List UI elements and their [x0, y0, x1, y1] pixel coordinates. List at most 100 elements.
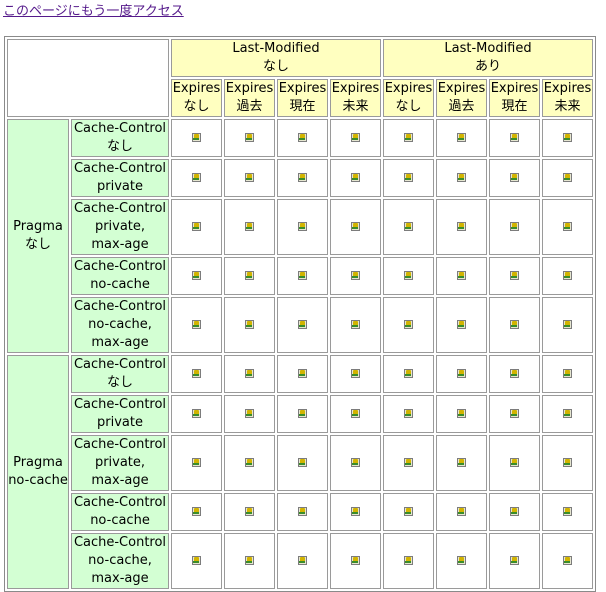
cached-image-icon[interactable]	[563, 271, 572, 280]
cached-image-icon[interactable]	[245, 409, 254, 418]
cached-image-icon[interactable]	[351, 173, 360, 182]
test-cell	[224, 435, 275, 491]
cached-image-icon[interactable]	[245, 133, 254, 142]
cached-image-icon[interactable]	[404, 320, 413, 329]
cache-control-line: no-cache	[90, 513, 150, 528]
cached-image-icon[interactable]	[457, 507, 466, 516]
test-cell	[383, 199, 434, 255]
cached-image-icon[interactable]	[298, 222, 307, 231]
icon-part	[405, 463, 411, 465]
cache-control-line: Cache-Control	[73, 495, 167, 510]
cached-image-icon[interactable]	[192, 222, 201, 231]
cached-image-icon[interactable]	[298, 409, 307, 418]
cached-image-icon[interactable]	[245, 271, 254, 280]
cached-image-icon[interactable]	[457, 556, 466, 565]
cached-image-icon[interactable]	[404, 409, 413, 418]
table-row: Cache-Control no-cache, max-age	[7, 297, 593, 353]
cached-image-icon[interactable]	[510, 409, 519, 418]
cached-image-icon[interactable]	[510, 271, 519, 280]
cached-image-icon[interactable]	[245, 507, 254, 516]
cached-image-icon[interactable]	[457, 271, 466, 280]
cached-image-icon[interactable]	[192, 320, 201, 329]
cached-image-icon[interactable]	[245, 369, 254, 378]
cached-image-icon[interactable]	[404, 271, 413, 280]
cached-image-icon[interactable]	[192, 369, 201, 378]
icon-part	[352, 138, 358, 140]
cached-image-icon[interactable]	[351, 222, 360, 231]
cached-image-icon[interactable]	[245, 173, 254, 182]
cache-control-line: Cache-Control	[73, 121, 167, 136]
cached-image-icon[interactable]	[404, 222, 413, 231]
cached-image-icon[interactable]	[457, 133, 466, 142]
cached-image-icon[interactable]	[351, 369, 360, 378]
cached-image-icon[interactable]	[404, 556, 413, 565]
cached-image-icon[interactable]	[563, 222, 572, 231]
last-modified-header: Last-Modified あり	[383, 39, 593, 77]
revisit-page-link[interactable]: このページにもう一度アクセス	[3, 3, 184, 21]
cached-image-icon[interactable]	[510, 173, 519, 182]
cached-image-icon[interactable]	[510, 458, 519, 467]
cached-image-icon[interactable]	[192, 133, 201, 142]
cached-image-icon[interactable]	[245, 556, 254, 565]
cached-image-icon[interactable]	[563, 409, 572, 418]
cached-image-icon[interactable]	[404, 173, 413, 182]
cached-image-icon[interactable]	[563, 458, 572, 467]
cached-image-icon[interactable]	[351, 320, 360, 329]
cached-image-icon[interactable]	[298, 271, 307, 280]
cache-control-line: private	[97, 415, 143, 430]
cached-image-icon[interactable]	[351, 271, 360, 280]
test-cell	[542, 533, 593, 589]
cached-image-icon[interactable]	[404, 507, 413, 516]
test-cell	[224, 199, 275, 255]
cached-image-icon[interactable]	[192, 556, 201, 565]
cached-image-icon[interactable]	[457, 369, 466, 378]
cached-image-icon[interactable]	[351, 507, 360, 516]
cached-image-icon[interactable]	[192, 271, 201, 280]
cached-image-icon[interactable]	[510, 133, 519, 142]
cached-image-icon[interactable]	[245, 458, 254, 467]
icon-part	[458, 374, 464, 376]
test-cell	[489, 435, 540, 491]
cached-image-icon[interactable]	[245, 320, 254, 329]
cached-image-icon[interactable]	[563, 556, 572, 565]
cached-image-icon[interactable]	[351, 458, 360, 467]
cached-image-icon[interactable]	[510, 222, 519, 231]
cached-image-icon[interactable]	[404, 133, 413, 142]
expires-header: Expires 未来	[542, 79, 593, 117]
cached-image-icon[interactable]	[298, 458, 307, 467]
cached-image-icon[interactable]	[457, 320, 466, 329]
cached-image-icon[interactable]	[510, 556, 519, 565]
cached-image-icon[interactable]	[510, 507, 519, 516]
cached-image-icon[interactable]	[563, 320, 572, 329]
cached-image-icon[interactable]	[457, 458, 466, 467]
cached-image-icon[interactable]	[457, 222, 466, 231]
table-row: Cache-Control private	[7, 159, 593, 197]
cached-image-icon[interactable]	[457, 409, 466, 418]
cached-image-icon[interactable]	[298, 507, 307, 516]
cached-image-icon[interactable]	[192, 507, 201, 516]
cached-image-icon[interactable]	[351, 133, 360, 142]
cached-image-icon[interactable]	[510, 320, 519, 329]
cached-image-icon[interactable]	[563, 133, 572, 142]
test-cell	[330, 199, 381, 255]
cached-image-icon[interactable]	[298, 133, 307, 142]
cached-image-icon[interactable]	[563, 173, 572, 182]
cached-image-icon[interactable]	[563, 369, 572, 378]
cached-image-icon[interactable]	[404, 458, 413, 467]
cached-image-icon[interactable]	[404, 369, 413, 378]
cached-image-icon[interactable]	[192, 458, 201, 467]
cached-image-icon[interactable]	[510, 369, 519, 378]
cached-image-icon[interactable]	[298, 556, 307, 565]
cached-image-icon[interactable]	[245, 222, 254, 231]
expires-line: Expires	[278, 81, 327, 96]
cached-image-icon[interactable]	[351, 409, 360, 418]
cached-image-icon[interactable]	[192, 409, 201, 418]
cached-image-icon[interactable]	[298, 320, 307, 329]
cached-image-icon[interactable]	[351, 556, 360, 565]
cached-image-icon[interactable]	[563, 507, 572, 516]
cached-image-icon[interactable]	[298, 173, 307, 182]
icon-part	[352, 414, 358, 416]
cached-image-icon[interactable]	[457, 173, 466, 182]
cached-image-icon[interactable]	[298, 369, 307, 378]
cached-image-icon[interactable]	[192, 173, 201, 182]
